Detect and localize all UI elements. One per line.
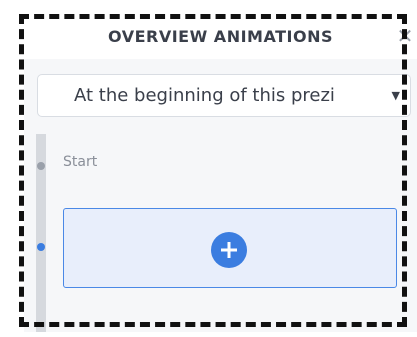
panel-title: OVERVIEW ANIMATIONS [108,27,333,46]
timeline-active-dot [37,243,45,251]
timeline-start-label: Start [63,154,98,170]
timeline-start-dot [37,162,45,170]
add-animation-step[interactable] [63,208,397,288]
chevron-down-icon: ▼ [391,89,400,102]
plus-circle-icon[interactable] [211,232,247,268]
panel-header: OVERVIEW ANIMATIONS ✕ [24,19,417,59]
animation-start-dropdown[interactable]: At the beginning of this prezi ▼ [37,74,411,117]
overview-animations-panel: OVERVIEW ANIMATIONS ✕ At the beginning o… [24,19,417,332]
animation-timeline: Start [24,134,417,332]
dropdown-selected-value: At the beginning of this prezi [74,85,335,106]
close-icon[interactable]: ✕ [394,21,416,51]
